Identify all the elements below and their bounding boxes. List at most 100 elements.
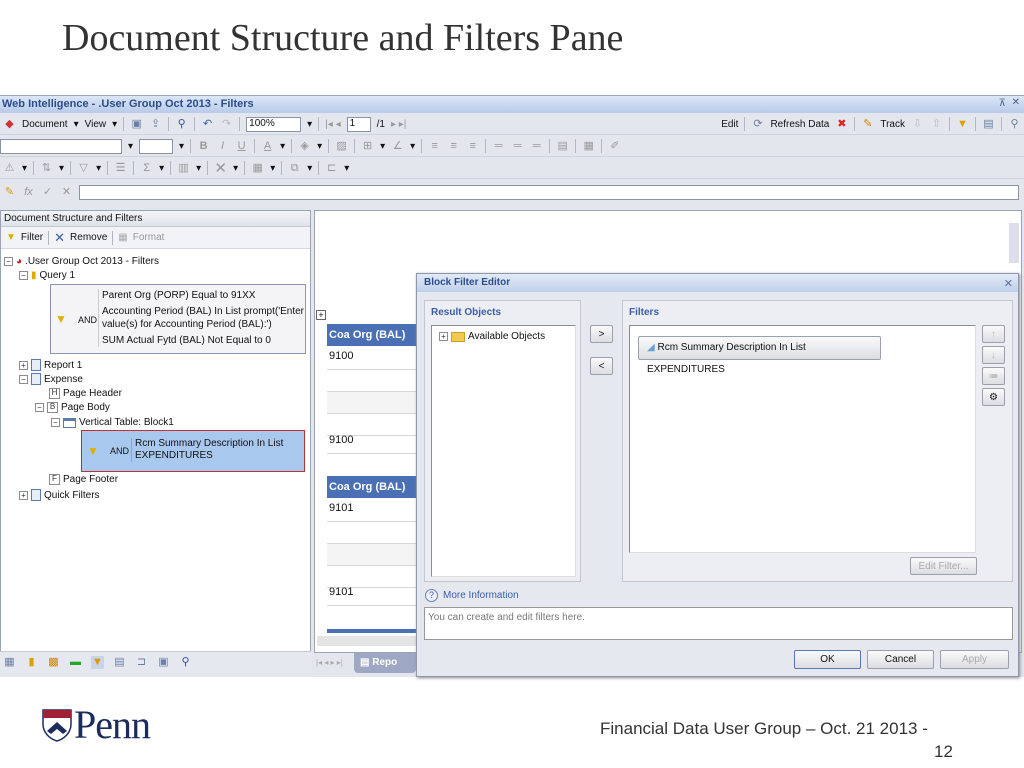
align-right-icon[interactable]: ≡ [466,140,479,153]
pin-icon[interactable]: ⊼ [999,98,1006,109]
filter-bar-icon[interactable]: ▼ [956,118,969,131]
tree-expense[interactable]: − Expense [19,373,83,385]
web-service-icon[interactable]: ▣ [157,656,170,669]
sort-icon[interactable]: ⇅ [40,162,53,175]
find-icon[interactable]: ⚲ [175,118,188,131]
align-center-icon[interactable]: ≡ [447,140,460,153]
image-icon[interactable]: ▨ [335,140,348,153]
structure-filters-icon[interactable]: ▼ [91,656,104,669]
outline-fold-icon[interactable]: ⊏ [325,162,338,175]
align-middle-icon[interactable]: ═ [511,140,524,153]
vertical-scrollbar[interactable] [1009,223,1019,263]
add-filter-button[interactable]: > [590,325,613,343]
order-icon[interactable]: ⧉ [288,162,301,175]
and-operator[interactable]: AND [110,446,129,456]
tree-query[interactable]: − ▮ Query 1 [19,270,75,281]
edit-button[interactable]: Edit [721,119,738,130]
tree-vertical-table[interactable]: − Vertical Table: Block1 [51,417,174,428]
font-name-input[interactable] [0,138,122,154]
more-information-label[interactable]: More Information [443,590,519,601]
view-menu[interactable]: View [85,119,107,130]
align-bottom-icon[interactable]: ═ [530,140,543,153]
edit-advanced-button[interactable]: ⚙ [982,388,1005,406]
close-icon[interactable]: ✕ [1004,277,1013,290]
and-or-button[interactable]: ≔ [982,367,1005,385]
edit-filter-button[interactable]: Edit Filter... [910,557,977,575]
turn-to-icon[interactable]: ▦ [251,162,264,175]
remove-filter-button[interactable]: < [590,357,613,375]
properties-icon[interactable]: ▤ [113,656,126,669]
apply-button[interactable]: Apply [940,650,1009,669]
cancel-formula-icon[interactable]: ✕ [60,186,73,199]
query-filter-box[interactable]: ▼ AND Parent Org (PORP) Equal to 91XX Ac… [50,284,306,354]
tree-page-body[interactable]: − B Page Body [35,402,110,413]
ok-button[interactable]: OK [794,650,861,669]
undo-icon[interactable]: ↶ [201,118,214,131]
table-cell[interactable]: 9100 [327,348,417,370]
drill-icon[interactable]: ⇩ [911,118,924,131]
sum-icon[interactable]: Σ [140,162,153,175]
align-left-icon[interactable]: ≡ [428,140,441,153]
input-controls-icon[interactable]: ⊐ [135,656,148,669]
result-objects-list[interactable]: + Available Objects [431,325,576,577]
tree-quick-filters[interactable]: + Quick Filters [19,489,100,501]
data-icon[interactable]: ▮ [25,656,38,669]
border-color-icon[interactable]: ∠ [391,140,404,153]
tree-root[interactable]: − ◕ .User Group Oct 2013 - Filters [4,256,159,267]
save-icon[interactable]: ▣ [130,118,143,131]
tree-report1[interactable]: + Report 1 [19,359,82,371]
bold-icon[interactable]: B [197,140,210,153]
format-button[interactable]: Format [133,232,165,243]
tab-navigation[interactable]: |◂ ◂ ▸ ▸| [316,658,343,667]
table-cell[interactable]: 9101 [327,584,417,606]
fill-color-icon[interactable]: ◈ [298,140,311,153]
report-map-icon[interactable]: ▦ [3,656,16,669]
objects-icon[interactable]: ▩ [47,656,60,669]
templates-icon[interactable]: ▬ [69,656,82,669]
query-filter[interactable]: SUM Actual Fytd (BAL) Not Equal to 0 [102,334,304,347]
break-icon[interactable]: ☰ [114,162,127,175]
borders-icon[interactable]: ⊞ [361,140,374,153]
page-input[interactable]: 1 [346,116,371,132]
zoom-input[interactable]: 100% [246,116,302,132]
remove-button[interactable]: Remove [70,232,107,243]
cancel-button[interactable]: Cancel [867,650,934,669]
track-button[interactable]: Track [880,119,905,130]
block-filter[interactable]: Rcm Summary Description In List EXPENDIT… [131,438,301,462]
italic-icon[interactable]: I [216,140,229,153]
column-header[interactable]: Coa Org (BAL) [327,476,417,498]
move-handle-icon[interactable]: + [316,310,326,320]
query-filter[interactable]: Accounting Period (BAL) In List prompt('… [102,305,304,331]
available-objects-node[interactable]: + Available Objects [439,331,545,342]
font-size-input[interactable] [139,138,174,154]
column-header[interactable]: Coa Org (BAL) [327,324,417,346]
merge-icon[interactable]: ▦ [582,140,595,153]
insert-column-icon[interactable]: ▥ [177,162,190,175]
filter-button[interactable]: Filter [21,232,43,243]
document-menu[interactable]: Document [22,119,68,130]
format-painter-icon[interactable]: ✐ [608,140,621,153]
horizontal-scrollbar[interactable] [317,636,417,646]
refresh-data-button[interactable]: Refresh Data [770,119,829,130]
underline-icon[interactable]: U [235,140,248,153]
table-cell[interactable]: 9101 [327,500,417,522]
alert-icon[interactable]: ⚠ [3,162,16,175]
export-icon[interactable]: ⇪ [149,118,162,131]
redo-icon[interactable]: ↷ [220,118,233,131]
formula-input[interactable] [79,185,1019,200]
move-up-button[interactable]: ↑ [982,325,1005,343]
report-tab[interactable]: ▤ Repo [354,653,416,673]
wrap-text-icon[interactable]: ▤ [556,140,569,153]
block-filter-box[interactable]: ▼ AND Rcm Summary Description In List EX… [81,430,305,472]
move-down-button[interactable]: ↓ [982,346,1005,364]
variable-editor-icon[interactable]: ✎ [3,186,16,199]
and-operator[interactable]: AND [78,315,97,325]
filters-list[interactable]: ◢ Rcm Summary Description In List EXPEND… [629,325,976,553]
purge-icon[interactable]: ✖ [835,118,848,131]
navigation-icon[interactable]: ⚲ [179,656,192,669]
filter-item[interactable]: ◢ Rcm Summary Description In List EXPEND… [638,336,881,375]
outline-icon[interactable]: ▤ [982,118,995,131]
drill-up-icon[interactable]: ⇧ [930,118,943,131]
formula-editor-icon[interactable]: fx [22,186,35,199]
table-cell[interactable]: 9100 [327,432,417,454]
